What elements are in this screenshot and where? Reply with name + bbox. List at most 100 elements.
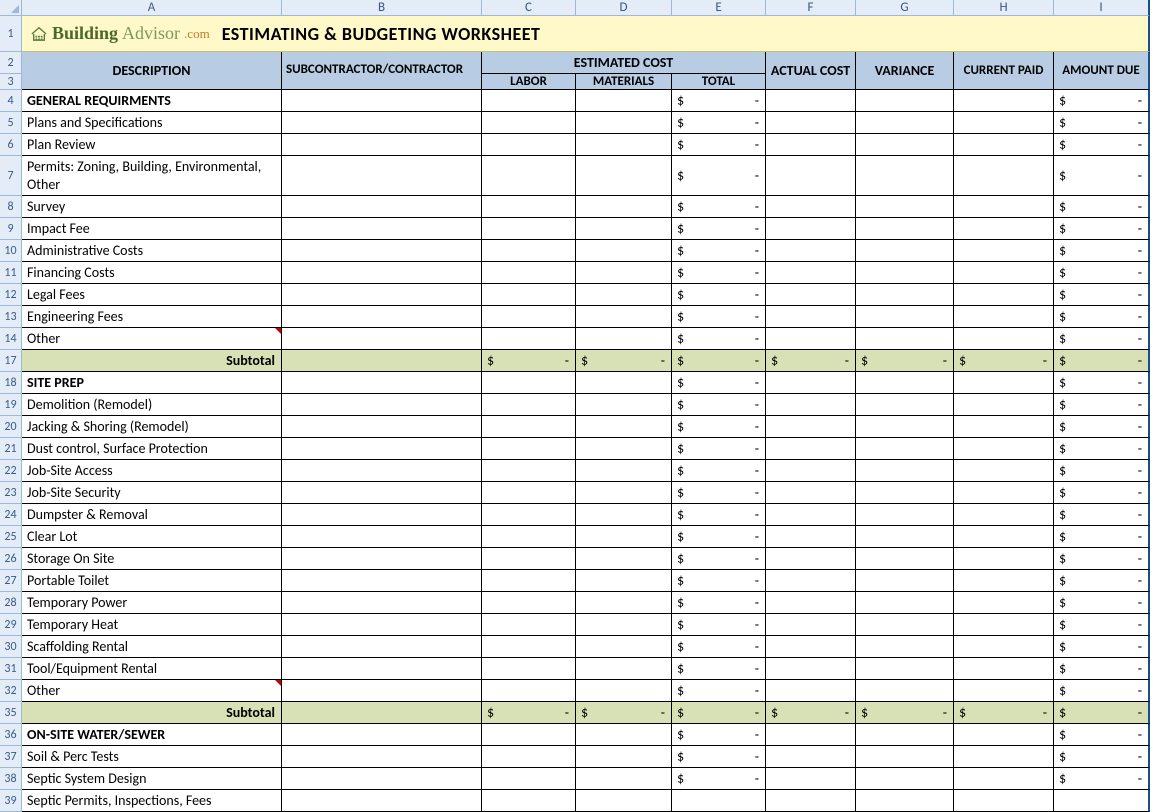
- cell[interactable]: [482, 746, 576, 768]
- money-cell[interactable]: $-: [766, 350, 856, 372]
- cell[interactable]: [576, 614, 672, 636]
- line-item[interactable]: Plan Review: [22, 134, 282, 156]
- cell[interactable]: [282, 372, 482, 394]
- line-item[interactable]: Portable Toilet: [22, 570, 282, 592]
- cell[interactable]: [1054, 790, 1150, 812]
- cell[interactable]: [482, 328, 576, 350]
- section-header[interactable]: SITE PREP: [22, 372, 282, 394]
- line-item[interactable]: Other: [22, 328, 282, 350]
- line-item[interactable]: Plans and Specifications: [22, 112, 282, 134]
- cell[interactable]: [766, 438, 856, 460]
- cell[interactable]: [954, 746, 1054, 768]
- row-header[interactable]: 37: [0, 746, 22, 768]
- column-header[interactable]: A: [22, 0, 282, 16]
- money-cell[interactable]: $-: [672, 134, 766, 156]
- cell[interactable]: [482, 394, 576, 416]
- cell[interactable]: [766, 372, 856, 394]
- cell[interactable]: [766, 134, 856, 156]
- line-item[interactable]: Legal Fees: [22, 284, 282, 306]
- cell[interactable]: [954, 134, 1054, 156]
- money-cell[interactable]: $-: [856, 702, 954, 724]
- column-header[interactable]: G: [856, 0, 954, 16]
- row-header[interactable]: 11: [0, 262, 22, 284]
- money-cell[interactable]: $-: [1054, 504, 1150, 526]
- money-cell[interactable]: $-: [672, 112, 766, 134]
- cell[interactable]: [766, 548, 856, 570]
- row-header[interactable]: 23: [0, 482, 22, 504]
- cell[interactable]: [482, 156, 576, 196]
- cell[interactable]: [766, 768, 856, 790]
- cell[interactable]: [282, 746, 482, 768]
- money-cell[interactable]: $-: [576, 702, 672, 724]
- cell[interactable]: [856, 636, 954, 658]
- cell[interactable]: [766, 504, 856, 526]
- line-item[interactable]: Soil & Perc Tests: [22, 746, 282, 768]
- cell[interactable]: [954, 372, 1054, 394]
- cell[interactable]: [856, 592, 954, 614]
- cell[interactable]: [576, 262, 672, 284]
- line-item[interactable]: Temporary Power: [22, 592, 282, 614]
- money-cell[interactable]: $-: [672, 614, 766, 636]
- money-cell[interactable]: $-: [1054, 90, 1150, 112]
- cell[interactable]: [766, 526, 856, 548]
- column-header[interactable]: F: [766, 0, 856, 16]
- cell[interactable]: [954, 306, 1054, 328]
- row-header[interactable]: 35: [0, 702, 22, 724]
- row-header[interactable]: 1: [0, 16, 22, 52]
- line-item[interactable]: Permits: Zoning, Building, Environmental…: [22, 156, 282, 196]
- money-cell[interactable]: $-: [672, 702, 766, 724]
- cell[interactable]: [576, 394, 672, 416]
- cell[interactable]: [856, 746, 954, 768]
- cell[interactable]: [766, 460, 856, 482]
- money-cell[interactable]: $-: [1054, 156, 1150, 196]
- cell[interactable]: [482, 680, 576, 702]
- cell[interactable]: [856, 416, 954, 438]
- money-cell[interactable]: $-: [672, 438, 766, 460]
- cell[interactable]: [766, 328, 856, 350]
- money-cell[interactable]: $-: [1054, 328, 1150, 350]
- cell[interactable]: [766, 240, 856, 262]
- cell[interactable]: [576, 438, 672, 460]
- cell[interactable]: [282, 90, 482, 112]
- cell[interactable]: [482, 416, 576, 438]
- cell[interactable]: [282, 112, 482, 134]
- cell[interactable]: [954, 262, 1054, 284]
- cell[interactable]: [954, 570, 1054, 592]
- cell[interactable]: [856, 372, 954, 394]
- money-cell[interactable]: $-: [672, 90, 766, 112]
- cell[interactable]: [282, 438, 482, 460]
- money-cell[interactable]: $-: [1054, 592, 1150, 614]
- row-header[interactable]: 31: [0, 658, 22, 680]
- cell[interactable]: [482, 592, 576, 614]
- cell[interactable]: [766, 570, 856, 592]
- cell[interactable]: [576, 372, 672, 394]
- money-cell[interactable]: $-: [672, 548, 766, 570]
- cell[interactable]: [282, 768, 482, 790]
- cell[interactable]: [766, 284, 856, 306]
- cell[interactable]: [766, 482, 856, 504]
- cell[interactable]: [954, 768, 1054, 790]
- money-cell[interactable]: $-: [1054, 526, 1150, 548]
- money-cell[interactable]: $-: [672, 156, 766, 196]
- line-item[interactable]: Scaffolding Rental: [22, 636, 282, 658]
- money-cell[interactable]: $-: [1054, 482, 1150, 504]
- row-header[interactable]: 36: [0, 724, 22, 746]
- cell[interactable]: [954, 112, 1054, 134]
- cell[interactable]: [576, 768, 672, 790]
- money-cell[interactable]: $-: [672, 504, 766, 526]
- line-item[interactable]: Administrative Costs: [22, 240, 282, 262]
- cell[interactable]: [954, 196, 1054, 218]
- money-cell[interactable]: $-: [1054, 372, 1150, 394]
- cell[interactable]: [576, 156, 672, 196]
- row-header[interactable]: 30: [0, 636, 22, 658]
- cell[interactable]: [482, 504, 576, 526]
- row-header[interactable]: 20: [0, 416, 22, 438]
- spreadsheet-grid[interactable]: ABCDEFGHI1BuildingAdvisor.comESTIMATING …: [0, 0, 1166, 812]
- line-item[interactable]: Jacking & Shoring (Remodel): [22, 416, 282, 438]
- money-cell[interactable]: $-: [672, 482, 766, 504]
- section-header[interactable]: GENERAL REQUIRMENTS: [22, 90, 282, 112]
- cell[interactable]: [766, 90, 856, 112]
- cell[interactable]: [282, 680, 482, 702]
- cell[interactable]: [954, 592, 1054, 614]
- money-cell[interactable]: $-: [1054, 702, 1150, 724]
